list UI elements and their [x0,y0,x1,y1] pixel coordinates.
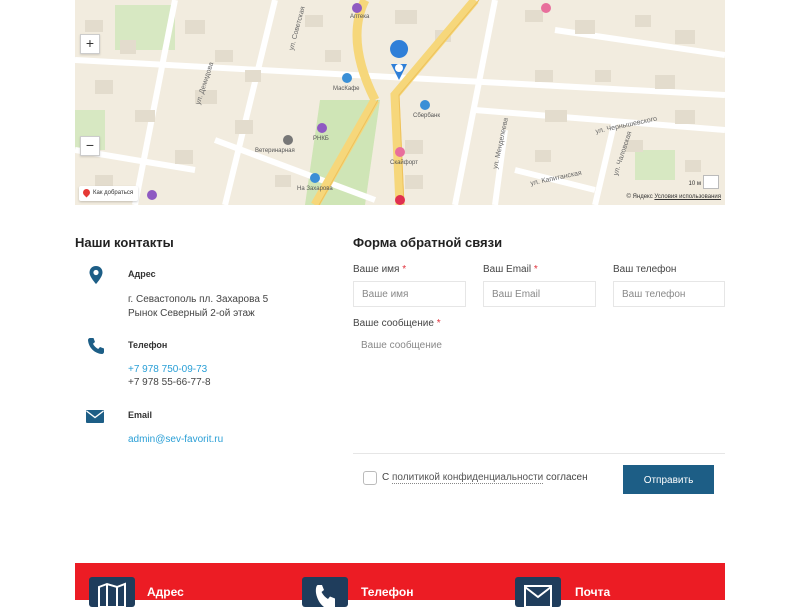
phone-input[interactable] [613,281,725,307]
message-textarea[interactable] [353,334,725,454]
phone-field-label: Ваш телефон [613,264,677,275]
poi-label: Аптека [350,14,370,20]
footer-phone-heading: Телефон [361,585,414,599]
map-icon [89,577,135,608]
form-title: Форма обратной связи [353,235,503,250]
phone-icon [88,338,104,354]
email-label: Email [128,410,153,420]
envelope-icon [86,410,104,423]
poi-label: МасКафе [333,86,360,92]
address-label: Адрес [128,269,156,279]
poi-label: Скайфорт [390,160,419,166]
map-copyright: © Яндекс Условия использования [626,194,721,200]
name-field-label: Ваше имя * [353,264,407,275]
address-line-2: Рынок Северный 2-ой этаж [128,308,255,319]
location-pin-icon [89,266,103,284]
poi-label: Ветеринарная [255,148,295,154]
route-button[interactable]: Как добраться [79,186,139,201]
map-scale: 10 м [688,181,701,187]
message-field-label: Ваше сообщение * [353,318,441,329]
privacy-checkbox[interactable] [363,471,377,485]
phone-2: +7 978 55-66-77-8 [128,377,211,388]
privacy-policy-link[interactable]: политикой конфиденциальности [392,472,544,484]
poi-label: Сбербанк [413,113,440,119]
zoom-in-button[interactable]: + [80,34,100,54]
terms-link[interactable]: Условия использования [654,194,721,200]
submit-button[interactable]: Отправить [623,465,714,494]
contacts-title: Наши контакты [75,235,174,250]
footer-contacts-bar: Адрес Телефон Почта [75,563,725,608]
zoom-out-button[interactable]: − [80,136,100,156]
poi-label: На Захарова [297,186,333,192]
copyright-brand: © Яндекс [626,194,653,200]
phone-label: Телефон [128,340,168,350]
route-button-label: Как добраться [93,190,134,196]
email-link[interactable]: admin@sev-favorit.ru [128,434,223,445]
map-tiles [75,0,725,205]
name-input[interactable] [353,281,466,307]
map-pin-icon [81,187,92,198]
ruler-icon[interactable] [703,175,719,189]
footer-mail-heading: Почта [575,585,611,599]
footer-mail-icon [515,577,561,608]
email-input[interactable] [483,281,596,307]
email-field-label: Ваш Email * [483,264,538,275]
address-line-1: г. Севастополь пл. Захарова 5 [128,294,269,305]
location-map[interactable]: ул. Демидова ул. Советская ул. Менделеев… [75,0,725,205]
phone-link-1[interactable]: +7 978 750-09-73 [128,364,207,375]
poi-label: РНКБ [313,136,329,142]
footer-phone-icon [302,577,348,607]
privacy-agreement: С политикой конфиденциальности согласен [382,472,588,484]
footer-address-heading: Адрес [147,585,184,599]
